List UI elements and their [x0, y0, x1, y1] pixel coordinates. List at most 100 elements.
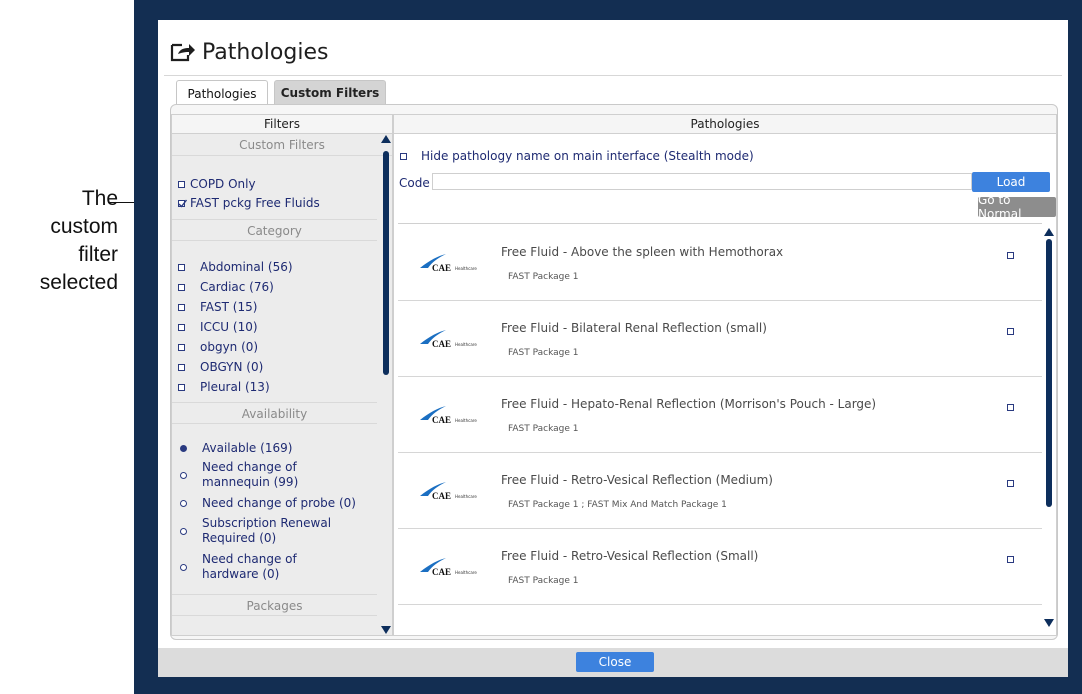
pathologies-dialog: Pathologies Pathologies Custom Filters F… [158, 20, 1068, 677]
code-label: Code [399, 176, 430, 190]
logo-text: CAE [432, 415, 452, 425]
dialog-title: Pathologies [170, 37, 328, 67]
logo-text: CAE [432, 339, 452, 349]
filters-panel: Filters Custom Filters COPD Only FAST pc… [171, 114, 393, 636]
cae-healthcare-logo: CAE Healthcare [418, 554, 488, 578]
tab-pathologies[interactable]: Pathologies [176, 80, 268, 106]
annotation-line-2: custom [50, 215, 118, 238]
radio[interactable] [180, 500, 187, 507]
tab-custom-filters[interactable]: Custom Filters [274, 80, 386, 105]
radio[interactable] [180, 563, 187, 571]
category-item[interactable]: Cardiac (76) [178, 280, 274, 294]
availability-item[interactable]: Need change of hardware (0) [180, 552, 370, 582]
pathology-title: Free Fluid - Retro-Vesical Reflection (M… [501, 473, 773, 487]
list-divider [398, 223, 1042, 224]
pathology-row[interactable]: CAE Healthcare Free Fluid - Retro-Vesica… [398, 453, 1042, 529]
scroll-up-arrow-icon[interactable] [381, 135, 391, 143]
logo-text: CAE [432, 567, 452, 577]
stealth-mode-label: Hide pathology name on main interface (S… [421, 149, 754, 163]
category-item[interactable]: obgyn (0) [178, 340, 258, 354]
category-item[interactable]: Pleural (13) [178, 380, 270, 394]
logo-subtext: Healthcare [455, 494, 477, 499]
category-item[interactable]: OBGYN (0) [178, 360, 263, 374]
availability-item[interactable]: Available (169) [180, 441, 292, 456]
pathology-row[interactable]: CAE Healthcare Free Fluid - Retro-Vesica… [398, 529, 1042, 605]
custom-filter-fast-pckg[interactable]: FAST pckg Free Fluids [178, 196, 320, 210]
pathology-title: Free Fluid - Retro-Vesical Reflection (S… [501, 549, 759, 563]
checkbox[interactable] [178, 323, 185, 331]
code-input[interactable] [432, 173, 972, 190]
stealth-mode-option[interactable]: Hide pathology name on main interface (S… [400, 149, 754, 163]
swoosh-icon [420, 254, 446, 268]
annotation-line-1: The [81, 187, 118, 210]
cae-healthcare-logo: CAE Healthcare [418, 478, 488, 502]
annotation-callout: The custom filter selected [0, 185, 118, 297]
pathologies-header: Pathologies [394, 115, 1056, 134]
dialog-title-text: Pathologies [202, 39, 329, 65]
pathology-checkbox[interactable] [1007, 480, 1014, 487]
checkbox[interactable] [178, 263, 185, 271]
checkbox[interactable] [400, 152, 407, 160]
logo-subtext: Healthcare [455, 266, 477, 271]
category-item[interactable]: FAST (15) [178, 300, 257, 314]
radio[interactable] [180, 527, 187, 535]
category-item[interactable]: ICCU (10) [178, 320, 258, 334]
pathology-package: FAST Package 1 [508, 272, 579, 282]
swoosh-icon [420, 406, 446, 420]
pathology-package: FAST Package 1 [508, 348, 579, 358]
custom-filter-copd-only[interactable]: COPD Only [178, 177, 256, 191]
pathology-row[interactable]: CAE Healthcare Free Fluid - Bilateral Re… [398, 301, 1042, 377]
pathology-row[interactable]: CAE Healthcare Free Fluid - Hepato-Renal… [398, 377, 1042, 453]
cae-healthcare-logo: CAE Healthcare [418, 326, 488, 350]
availability-label: Subscription Renewal Required (0) [202, 516, 332, 545]
close-button[interactable]: Close [576, 652, 654, 672]
swoosh-icon [420, 482, 446, 496]
title-divider [164, 75, 1062, 76]
go-to-normal-button[interactable]: Go to Normal [978, 193, 1056, 221]
checkbox-checked[interactable] [178, 199, 187, 208]
pathology-title: Free Fluid - Hepato-Renal Reflection (Mo… [501, 397, 877, 411]
cae-healthcare-logo: CAE Healthcare [418, 402, 488, 426]
logo-text: CAE [432, 263, 452, 273]
load-button[interactable]: Load [972, 172, 1050, 192]
logo-text: CAE [432, 491, 452, 501]
category-label: Pleural (13) [200, 380, 270, 394]
pathology-checkbox[interactable] [1007, 404, 1014, 411]
availability-heading: Availability [172, 402, 377, 424]
scroll-down-arrow-icon[interactable] [1044, 619, 1054, 627]
availability-label: Need change of probe (0) [202, 496, 356, 510]
availability-label: Need change of mannequin (99) [202, 460, 299, 489]
filters-scrollbar-thumb[interactable] [383, 151, 389, 375]
pathology-row[interactable]: CAE Healthcare Free Fluid - Above the sp… [398, 225, 1042, 301]
scroll-down-arrow-icon[interactable] [381, 626, 391, 634]
checkbox[interactable] [178, 383, 185, 391]
checkbox[interactable] [178, 180, 185, 188]
pathology-checkbox[interactable] [1007, 252, 1014, 259]
checkbox[interactable] [178, 283, 185, 291]
category-item[interactable]: Abdominal (56) [178, 260, 293, 274]
category-label: FAST (15) [200, 300, 258, 314]
pathologies-scrollbar-thumb[interactable] [1046, 239, 1052, 507]
availability-item[interactable]: Subscription Renewal Required (0) [180, 516, 370, 546]
pathology-checkbox[interactable] [1007, 328, 1014, 335]
swoosh-icon [420, 330, 446, 344]
custom-filters-heading: Custom Filters [172, 134, 392, 156]
radio[interactable] [180, 471, 187, 479]
checkbox[interactable] [178, 303, 185, 311]
checkbox[interactable] [178, 363, 185, 371]
pathology-checkbox[interactable] [1007, 556, 1014, 563]
annotation-line-3: filter [78, 243, 118, 266]
scroll-up-arrow-icon[interactable] [1044, 228, 1054, 236]
checkbox[interactable] [178, 343, 185, 351]
category-heading: Category [172, 219, 377, 241]
availability-item[interactable]: Need change of probe (0) [180, 496, 356, 511]
custom-filter-label: FAST pckg Free Fluids [190, 196, 320, 210]
checkmark-icon [178, 199, 187, 208]
pathology-package: FAST Package 1 ; FAST Mix And Match Pack… [508, 500, 727, 510]
radio-selected[interactable] [180, 445, 187, 452]
logo-subtext: Healthcare [455, 342, 477, 347]
category-label: Cardiac (76) [200, 280, 274, 294]
availability-item[interactable]: Need change of mannequin (99) [180, 460, 370, 490]
packages-heading: Packages [172, 594, 377, 616]
pathology-package: FAST Package 1 [508, 424, 579, 434]
